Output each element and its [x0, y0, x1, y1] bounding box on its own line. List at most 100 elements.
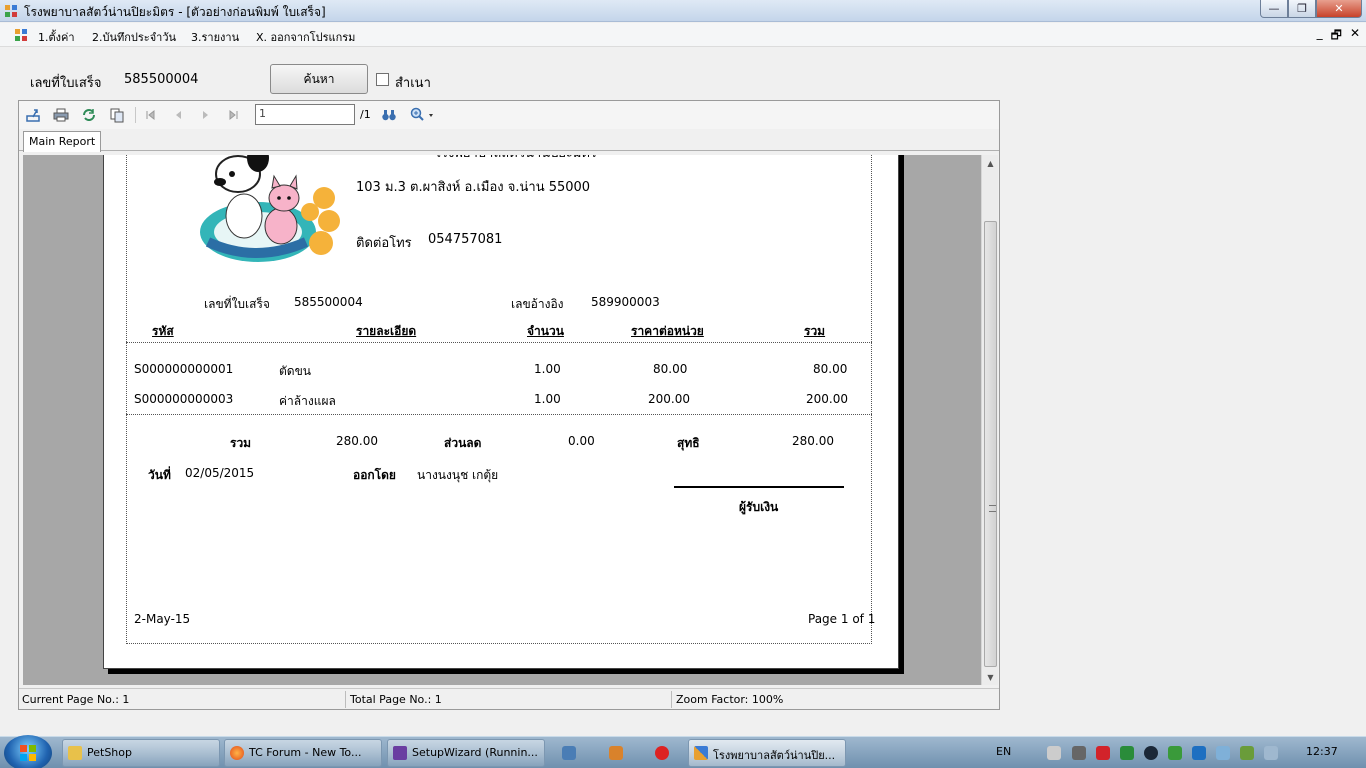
subtotal-value: 280.00 [336, 434, 378, 448]
taskbar: PetShop TC Forum - New To... SetupWizard… [0, 735, 1366, 768]
net-total-value: 280.00 [792, 434, 834, 448]
mdi-child-icon[interactable] [14, 28, 28, 42]
maximize-button[interactable]: ❐ [1288, 0, 1316, 18]
report-canvas: โรงพยาบาลสัตว์น่านปิยะมิตร 103 ม.3 ต.ผาส… [23, 155, 981, 685]
app-icon [5, 5, 17, 17]
refresh-icon[interactable] [80, 106, 98, 124]
last-page-icon[interactable] [225, 106, 243, 124]
menu-exit[interactable]: X. ออกจากโปรแกรม [256, 28, 355, 46]
discount-label: ส่วนลด [444, 436, 482, 450]
signal-icon[interactable] [1240, 746, 1254, 760]
row-1-total: 80.00 [813, 362, 848, 376]
clock[interactable]: 12:37 [1306, 745, 1338, 758]
tab-main-report[interactable]: Main Report [23, 131, 102, 152]
menu-bar: 1.ตั้งค่า 2.บันทึกประจำวัน 3.รายงาน X. อ… [0, 23, 1366, 47]
find-binoculars-icon[interactable] [380, 106, 398, 124]
volume-icon[interactable] [1264, 746, 1278, 760]
mdi-minimize-button[interactable]: _ [1317, 26, 1323, 47]
report-page: โรงพยาบาลสัตว์น่านปิยะมิตร 103 ม.3 ต.ผาส… [103, 155, 899, 669]
phone-value: 054757081 [428, 232, 503, 247]
row-1-detail: ตัดขน [279, 364, 311, 378]
report-vertical-scrollbar[interactable]: ▲ ▼ [981, 155, 998, 685]
pinned-app-icon[interactable] [562, 746, 576, 760]
column-header-quantity: จำนวน [527, 324, 564, 338]
page-number-input[interactable]: 1 [255, 104, 355, 125]
subtotal-label: รวม [230, 436, 252, 450]
power-icon[interactable] [655, 746, 669, 760]
signature-line [674, 486, 844, 488]
reference-number-label: เลขอ้างอิง [511, 297, 564, 311]
tray-network-app-icon[interactable] [1120, 746, 1134, 760]
windows-logo-icon [20, 745, 36, 761]
row-2-detail: ค่าล้างแผล [279, 394, 336, 408]
report-tabstrip: Main Report [19, 129, 999, 152]
tray-app-icon[interactable] [1072, 746, 1086, 760]
issued-by-label: ออกโดย [353, 468, 396, 482]
page-info: Page 1 of 1 [808, 612, 876, 626]
tray-utility-icon[interactable] [1168, 746, 1182, 760]
next-page-icon[interactable] [197, 106, 215, 124]
hospital-name: โรงพยาบาลสัตว์น่านปิยะมิตร [434, 155, 597, 163]
receipt-number-field-value: 585500004 [294, 295, 363, 309]
report-viewer: 1 /1 Main Report 103 ม.3 ต.ผาสิงห์ อ.เมื… [18, 100, 1000, 710]
mdi-restore-button[interactable]: 🗗 [1331, 26, 1342, 47]
net-total-label: สุทธิ [677, 436, 700, 450]
steam-icon[interactable] [1144, 746, 1158, 760]
menu-reports[interactable]: 3.รายงาน [191, 28, 239, 46]
network-icon[interactable] [1216, 746, 1230, 760]
page-count-label: /1 [360, 108, 371, 121]
toggle-group-tree-icon[interactable] [108, 106, 126, 124]
scroll-down-icon[interactable]: ▼ [982, 669, 999, 685]
first-page-icon[interactable] [141, 106, 159, 124]
taskbar-petshop-app[interactable]: โรงพยาบาลสัตว์น่านปิย... [688, 739, 846, 767]
column-header-code: รหัส [152, 324, 174, 338]
taskbar-visual-studio[interactable]: SetupWizard (Runnin... [387, 739, 545, 767]
previous-page-icon[interactable] [169, 106, 187, 124]
folder-icon [68, 746, 82, 760]
start-button[interactable] [4, 735, 52, 768]
header-divider [126, 342, 872, 343]
search-button[interactable]: ค้นหา [270, 64, 368, 94]
viewer-toolbar: 1 /1 [19, 101, 999, 129]
date-value: 02/05/2015 [185, 466, 255, 480]
column-header-unit-price: ราคาต่อหน่วย [631, 324, 704, 338]
viewer-status-bar: Current Page No.: 1 Total Page No.: 1 Zo… [19, 688, 999, 709]
reference-number-value: 589900003 [591, 295, 660, 309]
export-icon[interactable] [24, 106, 42, 124]
copy-checkbox-label[interactable]: สำเนา [395, 72, 431, 93]
taskbar-firefox[interactable]: TC Forum - New To... [224, 739, 382, 767]
antivirus-icon[interactable] [1096, 746, 1110, 760]
action-center-flag-icon[interactable] [1047, 746, 1061, 760]
scroll-thumb[interactable] [984, 221, 997, 667]
pinned-app-icon-2[interactable] [609, 746, 623, 760]
close-button[interactable]: ✕ [1316, 0, 1362, 18]
row-2-quantity: 1.00 [534, 392, 561, 406]
title-bar: โรงพยาบาลสัตว์น่านปิยะมิตร - [ตัวอย่างก่… [0, 0, 1366, 22]
app-icon [694, 746, 708, 760]
menu-settings[interactable]: 1.ตั้งค่า [38, 28, 75, 46]
current-page-status: Current Page No.: 1 [22, 693, 130, 706]
zoom-status: Zoom Factor: 100% [676, 693, 784, 706]
hospital-logo [200, 155, 340, 262]
visual-studio-icon [393, 746, 407, 760]
window-title: โรงพยาบาลสัตว์น่านปิยะมิตร - [ตัวอย่างก่… [24, 5, 326, 19]
copy-checkbox[interactable] [376, 73, 389, 86]
print-icon[interactable] [52, 106, 70, 124]
receipt-number-value[interactable]: 585500004 [124, 72, 198, 87]
minimize-button[interactable]: — [1260, 0, 1288, 18]
mdi-close-button[interactable]: ✕ [1350, 26, 1360, 47]
scroll-up-icon[interactable]: ▲ [982, 155, 999, 171]
menu-daily-record[interactable]: 2.บันทึกประจำวัน [92, 28, 176, 46]
dropbox-icon[interactable] [1192, 746, 1206, 760]
language-indicator[interactable]: EN [996, 745, 1011, 758]
receipt-number-label: เลขที่ใบเสร็จ [30, 76, 102, 91]
receiver-label: ผู้รับเงิน [739, 500, 779, 514]
row-2-code: S000000000003 [134, 392, 234, 406]
zoom-icon[interactable] [408, 106, 436, 124]
total-page-status: Total Page No.: 1 [350, 693, 442, 706]
row-1-unit-price: 80.00 [653, 362, 688, 376]
row-1-code: S000000000001 [134, 362, 234, 376]
column-header-detail: รายละเอียด [356, 324, 417, 338]
row-2-total: 200.00 [806, 392, 848, 406]
taskbar-petshop[interactable]: PetShop [62, 739, 220, 767]
